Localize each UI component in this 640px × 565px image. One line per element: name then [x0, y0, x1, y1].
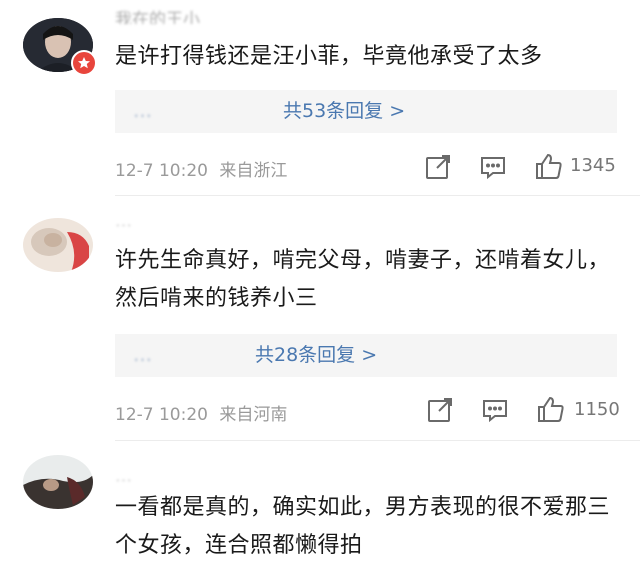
- comment-time: 12-7 10:20: [115, 405, 208, 425]
- comment-location: 来自河南: [219, 405, 288, 425]
- comment-icon[interactable]: [478, 152, 508, 182]
- avatar-photo: [23, 455, 93, 509]
- like-count: 1150: [574, 399, 620, 420]
- reply-count-link[interactable]: 共53条回复 >: [283, 90, 405, 133]
- comment-author[interactable]: …: [115, 465, 132, 481]
- like-icon[interactable]: [536, 394, 566, 424]
- comment-location: 来自浙江: [219, 161, 288, 181]
- comment-item: … 许先生命真好，啃完父母，啃妻子，还啃着女儿，然后啃来的钱养小三 … 共28条…: [0, 196, 640, 441]
- reply-authors: …: [133, 100, 152, 122]
- verified-badge-icon: [71, 50, 97, 76]
- avatar-photo: [23, 218, 93, 272]
- comment-item: … 一看都是真的，确实如此，男方表现的很不爱那三个女孩，连合照都懒得拍: [0, 441, 640, 558]
- comment-text: 一看都是真的，确实如此，男方表现的很不爱那三个女孩，连合照都懒得拍: [115, 495, 611, 558]
- comment-item: 我在的王小 是许打得钱还是汪小菲，毕竟他承受了太多 … 共53条回复 > 12-…: [0, 0, 640, 196]
- avatar[interactable]: [23, 218, 93, 272]
- reply-preview[interactable]: … 共28条回复 >: [115, 334, 617, 377]
- share-icon[interactable]: [423, 152, 453, 182]
- reply-authors: …: [133, 344, 152, 366]
- share-icon[interactable]: [425, 395, 455, 425]
- comment-icon[interactable]: [480, 395, 510, 425]
- comment-text: 许先生命真好，啃完父母，啃妻子，还啃着女儿，然后啃来的钱养小三: [115, 248, 611, 311]
- avatar[interactable]: [23, 455, 93, 509]
- reply-count-link[interactable]: 共28条回复 >: [255, 334, 377, 377]
- like-icon[interactable]: [534, 151, 564, 181]
- comment-author[interactable]: …: [115, 210, 132, 226]
- reply-preview[interactable]: … 共53条回复 >: [115, 90, 617, 133]
- comment-author[interactable]: 我在的王小: [115, 8, 200, 24]
- comment-time: 12-7 10:20: [115, 161, 208, 181]
- comment-meta: 12-7 10:20 来自河南: [115, 400, 287, 425]
- comment-text: 是许打得钱还是汪小菲，毕竟他承受了太多: [115, 44, 543, 69]
- comment-meta: 12-7 10:20 来自浙江: [115, 156, 287, 181]
- like-count: 1345: [570, 155, 616, 176]
